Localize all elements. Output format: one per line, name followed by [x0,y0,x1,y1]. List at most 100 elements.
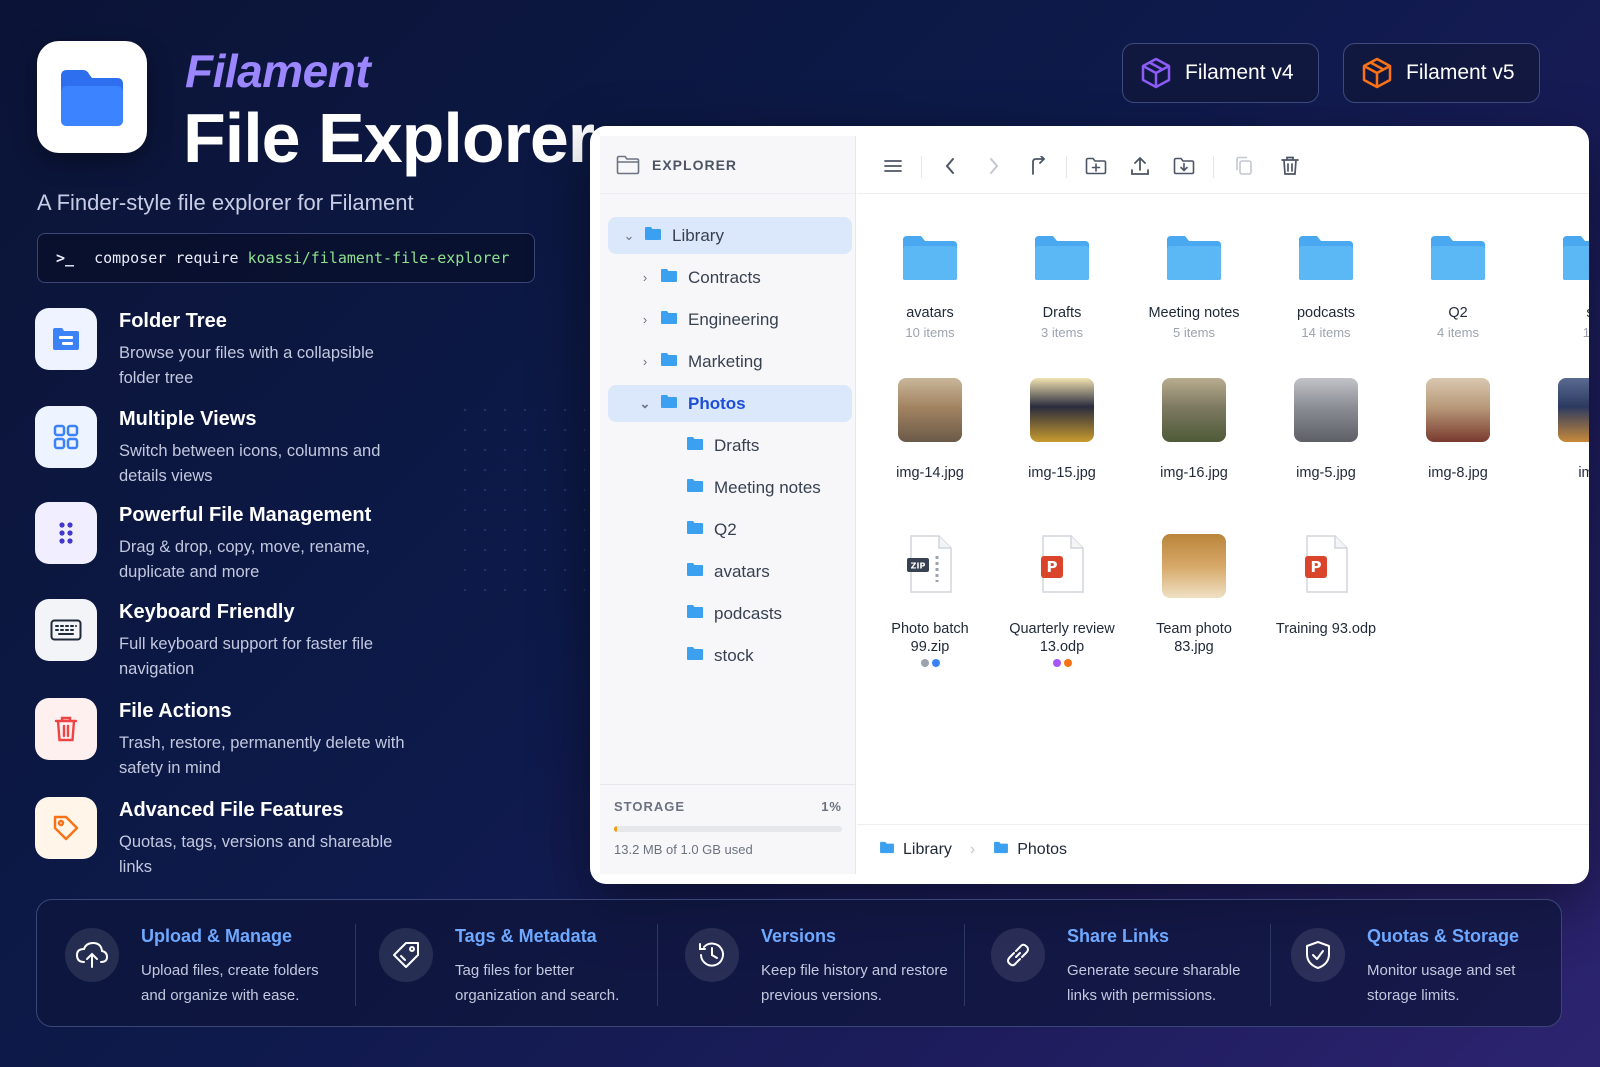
tree-item-contracts[interactable]: › Contracts [608,259,852,296]
tree-item-drafts[interactable]: Drafts [608,427,852,464]
menu-icon[interactable] [881,154,905,178]
file-name: Photo batch 99.zip [891,621,969,655]
item-count: 18 [1582,325,1589,340]
sidebar-title: EXPLORER [652,156,738,173]
file-tile[interactable]: P Quarterly review 13.odp [999,534,1125,667]
image-tile[interactable]: img-14.jpg [867,378,993,482]
tree-item-avatars[interactable]: avatars [608,553,852,590]
app-logo [37,41,147,153]
folder-icon [686,562,704,582]
version-badge-v5[interactable]: Filament v5 [1343,43,1540,103]
tag-dot [1052,659,1061,667]
chevron-right-icon[interactable]: › [636,354,654,369]
chevron-right-icon[interactable]: › [636,312,654,327]
chevron-down-icon[interactable]: ⌄ [620,228,638,244]
forward-icon[interactable] [982,154,1006,178]
tree-item-photos[interactable]: ⌄ Photos [608,385,852,422]
folder-icon [660,352,678,372]
tree-item-meeting-notes[interactable]: Meeting notes [608,469,852,506]
tree-item-engineering[interactable]: › Engineering [608,301,852,338]
file-tile[interactable]: ZIP Photo batch 99.zip [867,534,993,667]
back-icon[interactable] [938,154,962,178]
bottom-feature-title: Tags & Metadata [455,926,597,946]
command-text: composer require [94,249,239,267]
trash-icon[interactable] [1278,154,1302,178]
tree-label: Marketing [688,351,763,371]
folder-icon [1527,224,1589,282]
tree-item-library[interactable]: ⌄ Library [608,217,852,254]
tag-outline-icon [379,928,433,982]
image-tile[interactable]: img [1527,378,1589,482]
grid-icon [35,406,97,468]
cube-icon [1141,57,1171,89]
decorative-dot-grid [455,400,585,600]
breadcrumb-item-photos[interactable]: Photos [1017,841,1067,859]
file-tile[interactable]: P Training 93.odp [1263,534,1389,638]
presentation-file-icon: P [1263,534,1389,598]
item-count: 14 items [1301,325,1351,340]
bottom-feature-title: Versions [761,926,837,946]
drag-dots-icon [35,502,97,564]
chevron-down-icon[interactable]: ⌄ [636,396,654,412]
cube-icon [1362,57,1392,89]
copy-icon[interactable] [1232,154,1256,178]
install-command[interactable]: >_ composer require koassi/filament-file… [37,233,535,283]
item-count: 3 items [1041,325,1083,340]
explorer-window: EXPLORER ⌄ Library › Contracts › Enginee… [590,126,1589,884]
version-label: Filament v4 [1185,61,1294,84]
tree-label: Q2 [714,519,737,539]
feature-desc: Browse your files with a collapsible fol… [119,344,374,387]
image-tile[interactable]: img-8.jpg [1395,378,1521,482]
tree-label: stock [714,645,754,665]
upload-icon[interactable] [1128,154,1152,178]
folder-tile[interactable]: Meeting notes 5 items [1131,224,1257,340]
image-tile[interactable]: img-16.jpg [1131,378,1257,482]
folder-icon [644,226,662,246]
folder-icon [1263,224,1389,282]
item-count: 5 items [1173,325,1215,340]
bottom-feature-desc: Generate secure sharable links with perm… [1067,962,1241,1004]
storage-used: 13.2 MB of 1.0 GB used [614,842,753,857]
up-folder-icon[interactable] [1026,154,1050,178]
link-icon [991,928,1045,982]
image-tile[interactable]: img-5.jpg [1263,378,1389,482]
folder-tile[interactable]: Drafts 3 items [999,224,1125,340]
storage-bar-fill [614,826,617,832]
chevron-right-icon: › [969,840,976,858]
bottom-feature-title: Quotas & Storage [1367,926,1520,946]
tree-label: avatars [714,561,770,581]
folder-icon [879,841,895,859]
feature-desc: Switch between icons, columns and detail… [119,442,381,485]
folder-tile[interactable]: s 18 [1527,224,1589,340]
file-name: s [1527,304,1589,322]
new-folder-icon[interactable] [1084,154,1108,178]
tree-item-q2[interactable]: Q2 [608,511,852,548]
folder-tile[interactable]: podcasts 14 items [1263,224,1389,340]
version-badge-v4[interactable]: Filament v4 [1122,43,1319,103]
tree-item-marketing[interactable]: › Marketing [608,343,852,380]
folder-tile[interactable]: Q2 4 items [1395,224,1521,340]
feature-desc: Full keyboard support for faster file na… [119,635,374,678]
folder-tile[interactable]: avatars 10 items [867,224,993,340]
file-tile[interactable]: Team photo 83.jpg [1131,534,1257,656]
file-name: img-8.jpg [1428,465,1488,481]
tree-item-podcasts[interactable]: podcasts [608,595,852,632]
tree-item-stock[interactable]: stock [608,637,852,674]
bottom-feature-desc: Tag files for better organization and se… [455,962,620,1004]
history-icon [685,928,739,982]
folder-icon [1395,224,1521,282]
tag-dots [999,659,1125,667]
feature-keyboard: Keyboard Friendly Full keyboard support … [35,599,435,679]
bottom-feature-title: Upload & Manage [141,926,293,946]
file-name: avatars [906,305,954,321]
feature-title: Multiple Views [119,408,257,430]
download-icon[interactable] [1172,154,1196,178]
folder-icon [993,841,1009,859]
page-subtitle: A Finder-style file explorer for Filamen… [37,190,414,215]
svg-text:P: P [1311,558,1322,576]
breadcrumb-item-library[interactable]: Library [903,841,952,859]
folder-icon [660,394,678,414]
chevron-right-icon[interactable]: › [636,270,654,285]
image-tile[interactable]: img-15.jpg [999,378,1125,482]
tree-label: Meeting notes [714,477,821,497]
